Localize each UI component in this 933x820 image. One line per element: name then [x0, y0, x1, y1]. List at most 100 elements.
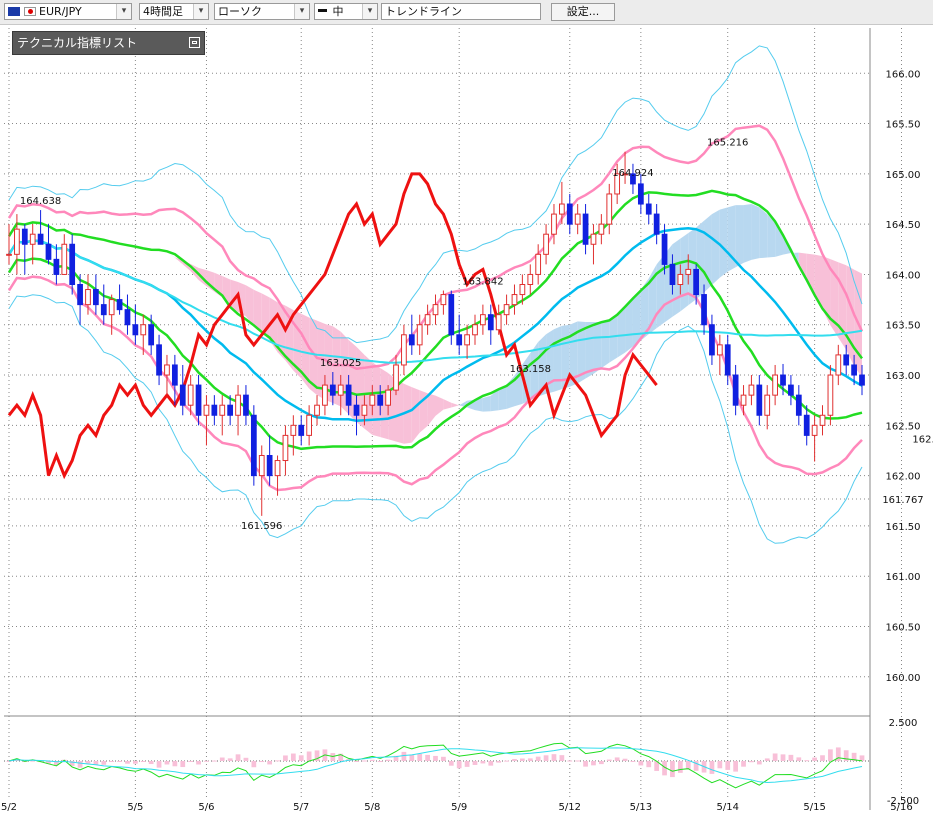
candle-body	[156, 344, 162, 376]
histogram-bar	[267, 761, 273, 765]
candle-body	[337, 384, 344, 396]
histogram-bar	[219, 757, 225, 761]
histogram-bar	[504, 760, 509, 762]
restore-icon[interactable]	[189, 37, 200, 48]
candle-body	[685, 268, 692, 275]
indicator-list-panel[interactable]: テクニカル指標リスト	[12, 31, 205, 55]
candle-body	[724, 344, 731, 376]
histogram-bar	[409, 755, 415, 761]
price-annotation: 163.025	[320, 358, 361, 369]
price-tick-label: 161.50	[886, 522, 921, 533]
histogram-bar	[117, 761, 122, 762]
cloud-segment	[553, 325, 562, 392]
eu-flag-icon	[8, 7, 20, 16]
date-tick-label: 5/12	[559, 802, 581, 813]
candle-body	[203, 404, 210, 416]
price-annotation: 161.596	[241, 521, 282, 532]
candle-body	[464, 334, 470, 346]
candle-body	[669, 263, 676, 286]
histogram-bar	[614, 757, 620, 761]
cloud-segment	[482, 395, 491, 412]
histogram-bar	[717, 761, 723, 769]
symbol-select[interactable]: EUR/JPY ▾	[4, 3, 132, 20]
histogram-bar	[369, 759, 375, 761]
candle-body	[748, 384, 755, 396]
histogram-bar	[646, 761, 652, 768]
candle-body	[77, 284, 83, 306]
timeframe-select[interactable]: 4時間足 ▾	[139, 3, 209, 20]
histogram-bar	[512, 758, 517, 761]
price-tick-label: 165.50	[886, 120, 921, 131]
cloud-segment	[601, 321, 610, 369]
candle-body	[551, 213, 557, 235]
candle-body	[756, 384, 763, 416]
histogram-bar	[109, 761, 115, 762]
candle-body	[653, 213, 660, 235]
candle-body	[211, 404, 218, 416]
line-width-select[interactable]: 中 ▾	[314, 3, 378, 20]
chevron-down-icon[interactable]: ▾	[193, 4, 208, 19]
cloud-segment	[103, 241, 112, 255]
histogram-bar	[401, 751, 407, 761]
cloud-segment	[411, 387, 420, 443]
histogram-bar	[812, 757, 817, 761]
price-tick-label: 160.50	[886, 623, 921, 634]
candle-body	[171, 364, 178, 386]
histogram-bar	[772, 753, 778, 761]
candle-body	[314, 404, 320, 416]
histogram-bar	[283, 755, 288, 761]
chevron-down-icon[interactable]: ▾	[116, 4, 131, 19]
candle-body	[819, 414, 826, 426]
candle-body	[535, 253, 542, 275]
chart-style-select[interactable]: ローソク ▾	[214, 3, 310, 20]
candle-body	[590, 233, 597, 245]
candle-body	[843, 354, 850, 366]
line-width-label: 中	[332, 5, 344, 18]
chevron-down-icon[interactable]: ▾	[362, 4, 377, 19]
candle-body	[322, 384, 328, 406]
histogram-bar	[725, 761, 731, 770]
candle-body	[140, 324, 147, 336]
candle-body	[100, 304, 107, 316]
histogram-bar	[448, 761, 454, 766]
candle-body	[37, 233, 44, 245]
candle-body	[582, 213, 589, 245]
date-tick-label: 5/7	[293, 802, 309, 813]
candle-body	[345, 384, 352, 406]
histogram-bar	[496, 761, 502, 763]
candle-body	[45, 243, 52, 260]
candle-body	[21, 228, 28, 245]
draw-tool-field[interactable]: トレンドライン	[381, 3, 541, 20]
indicator-list-title: テクニカル指標リスト	[17, 36, 138, 50]
candle-body	[693, 268, 700, 296]
cloud-segment	[443, 399, 452, 410]
histogram-bar	[417, 753, 423, 761]
histogram-bar	[520, 758, 525, 761]
candle-body	[148, 324, 155, 346]
date-tick-label: 5/2	[1, 802, 17, 813]
histogram-bar	[464, 761, 470, 767]
candle-body	[716, 344, 723, 356]
histogram-bar	[243, 757, 249, 761]
price-axis: 166.00 165.50 165.00 164.50 164.00 163.50 163.…	[869, 28, 924, 810]
candle-body	[795, 394, 802, 416]
settings-button[interactable]: 設定...	[551, 3, 615, 21]
draw-tool-label: トレンドライン	[385, 5, 462, 18]
candle-body	[164, 364, 170, 376]
chevron-down-icon[interactable]: ▾	[294, 4, 309, 19]
cloud-segment	[846, 265, 855, 367]
histogram-bar	[575, 760, 581, 762]
candle-body	[440, 294, 447, 306]
cloud-segment	[609, 316, 618, 363]
price-annotation: 165.216	[707, 138, 748, 149]
candle-body	[732, 374, 739, 406]
histogram-bar	[330, 753, 336, 761]
price-tick-label: 161.00	[886, 572, 921, 583]
candle-body	[132, 324, 139, 336]
histogram-bar	[859, 755, 865, 761]
date-tick-label: 5/15	[803, 802, 825, 813]
candle-body	[306, 414, 312, 436]
chart-area[interactable]: 164.638 161.596 163.025 163.842 163.158 164.9…	[0, 25, 933, 820]
histogram-bar	[362, 760, 367, 762]
histogram-bar	[172, 761, 178, 767]
